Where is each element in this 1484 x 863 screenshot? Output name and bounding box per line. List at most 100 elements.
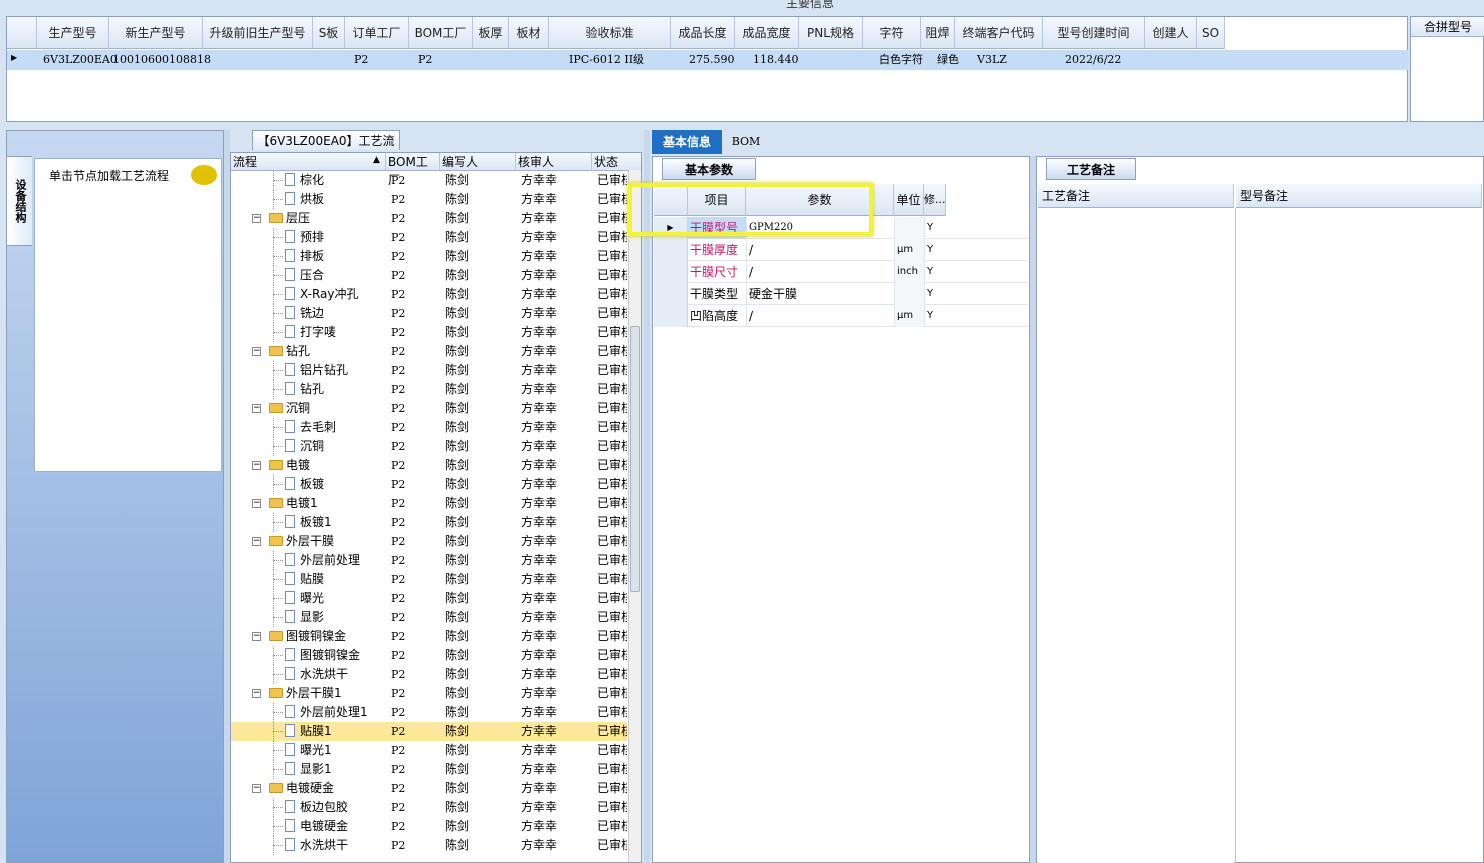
param-value[interactable]: / xyxy=(746,305,894,327)
col-header[interactable]: S板 xyxy=(313,17,345,49)
tree-node-label[interactable]: X-Ray冲孔 xyxy=(285,285,386,304)
param-item[interactable]: 干膜尺寸 xyxy=(688,261,746,283)
tree-row[interactable]: 沉铜 P2 陈剑 方幸幸 已审核 xyxy=(231,437,627,456)
cell-model[interactable]: 6V3LZ00EA0 xyxy=(41,51,117,69)
param-row[interactable]: 凹陷高度 / μm Y xyxy=(654,305,1028,327)
tab-process-remarks[interactable]: 工艺备注 xyxy=(1046,158,1136,180)
collapse-icon[interactable]: − xyxy=(252,632,261,641)
param-item[interactable]: 干膜类型 xyxy=(688,283,746,305)
cell-standard[interactable]: IPC-6012 II级 xyxy=(567,51,644,69)
splitter-mid[interactable] xyxy=(644,130,650,863)
tree-row[interactable]: 钻孔 P2 陈剑 方幸幸 已审核 xyxy=(231,380,627,399)
tree-row[interactable]: 打字唛 P2 陈剑 方幸幸 已审核 xyxy=(231,323,627,342)
col-header[interactable]: SO xyxy=(1197,17,1225,49)
param-value[interactable]: / xyxy=(746,239,894,261)
tree-node-label[interactable]: 水洗烘干 xyxy=(285,836,386,855)
tree-node-label[interactable]: 钻孔 xyxy=(285,380,386,399)
param-item[interactable]: 凹陷高度 xyxy=(688,305,746,327)
col-header[interactable]: 成品宽度 xyxy=(735,17,799,49)
param-row[interactable]: 干膜尺寸 / inch Y xyxy=(654,261,1028,283)
tree-node-label[interactable]: 电镀1 xyxy=(269,494,386,513)
tree-node-label[interactable]: 打字唛 xyxy=(285,323,386,342)
tree-row[interactable]: 铣边 P2 陈剑 方幸幸 已审核 xyxy=(231,304,627,323)
tree-row[interactable]: 贴膜1 P2 陈剑 方幸幸 已审核 xyxy=(231,722,627,741)
tree-row[interactable]: 显影 P2 陈剑 方幸幸 已审核 xyxy=(231,608,627,627)
tree-row[interactable]: 显影1 P2 陈剑 方幸幸 已审核 xyxy=(231,760,627,779)
tree-row[interactable]: 铝片钻孔 P2 陈剑 方幸幸 已审核 xyxy=(231,361,627,380)
tree-scroll-thumb[interactable] xyxy=(630,326,640,592)
collapse-icon[interactable]: − xyxy=(252,404,261,413)
tree-row[interactable]: 外层前处理1 P2 陈剑 方幸幸 已审核 xyxy=(231,703,627,722)
cell-created[interactable]: 2022/6/22 xyxy=(1063,51,1121,69)
col-bom-factory[interactable]: BOM工厂 xyxy=(386,153,440,187)
tab-basic-info[interactable]: 基本信息 xyxy=(652,130,722,154)
tree-row[interactable]: 水洗烘干 P2 陈剑 方幸幸 已审核 xyxy=(231,665,627,684)
process-remark-text[interactable] xyxy=(1038,208,1234,863)
tree-node-label[interactable]: 层压 xyxy=(269,209,386,228)
col-header[interactable]: 创建人 xyxy=(1145,17,1197,49)
cell-char[interactable]: 白色字符 xyxy=(877,51,923,69)
col-unit[interactable]: 单位 xyxy=(894,184,924,216)
col-header[interactable]: 验收标准 xyxy=(549,17,671,49)
param-value[interactable]: 硬金干膜 xyxy=(746,283,894,305)
col-checker[interactable]: 核审人 xyxy=(516,153,592,171)
col-header[interactable]: PNL规格 xyxy=(799,17,863,49)
col-header[interactable]: 板材 xyxy=(509,17,549,49)
tree-node-label[interactable]: 外层前处理1 xyxy=(285,703,386,722)
tree-row[interactable]: −图镀铜镍金 P2 陈剑 方幸幸 已审核 xyxy=(231,627,627,646)
tree-node-label[interactable]: 电镀硬金 xyxy=(285,817,386,836)
tree-node-label[interactable]: 外层干膜 xyxy=(269,532,386,551)
tree-node-label[interactable]: 板镀1 xyxy=(285,513,386,532)
tree-node-label[interactable]: 贴膜1 xyxy=(285,722,386,741)
tree-row[interactable]: −电镀硬金 P2 陈剑 方幸幸 已审核 xyxy=(231,779,627,798)
tree-row[interactable]: 板镀1 P2 陈剑 方幸幸 已审核 xyxy=(231,513,627,532)
cell-order-factory[interactable]: P2 xyxy=(352,51,368,69)
tree-row[interactable]: 去毛刺 P2 陈剑 方幸幸 已审核 xyxy=(231,418,627,437)
col-header[interactable]: 阻焊 xyxy=(921,17,955,49)
param-item[interactable]: 干膜厚度 xyxy=(688,239,746,261)
tree-node-label[interactable]: 板边包胶 xyxy=(285,798,386,817)
col-header[interactable]: 终端客户代码 xyxy=(955,17,1043,49)
tree-node-label[interactable]: 压合 xyxy=(285,266,386,285)
param-row[interactable]: 干膜厚度 / μm Y xyxy=(654,239,1028,261)
collapse-icon[interactable]: − xyxy=(252,461,261,470)
tree-row[interactable]: 贴膜 P2 陈剑 方幸幸 已审核 xyxy=(231,570,627,589)
tree-node-label[interactable]: 外层干膜1 xyxy=(269,684,386,703)
tree-row[interactable]: 板边包胶 P2 陈剑 方幸幸 已审核 xyxy=(231,798,627,817)
main-info-grid[interactable]: 生产型号 新生产型号 升级前旧生产型号 S板 订单工厂 BOM工厂 板厚 板材 验收标准 成品长度… xyxy=(6,16,1409,122)
tree-row[interactable]: −层压 P2 陈剑 方幸幸 已审核 xyxy=(231,209,627,228)
tree-node-label[interactable]: 预排 xyxy=(285,228,386,247)
col-flow[interactable]: 流程 xyxy=(231,153,386,171)
col-model-remark[interactable]: 型号备注 xyxy=(1236,184,1482,208)
tree-row[interactable]: 排板 P2 陈剑 方幸幸 已审核 xyxy=(231,247,627,266)
tree-row[interactable]: 压合 P2 陈剑 方幸幸 已审核 xyxy=(231,266,627,285)
tree-row[interactable]: −外层干膜 P2 陈剑 方幸幸 已审核 xyxy=(231,532,627,551)
tree-node-label[interactable]: 钻孔 xyxy=(269,342,386,361)
tree-row[interactable]: 水洗烘干 P2 陈剑 方幸幸 已审核 xyxy=(231,836,627,855)
tree-node-label[interactable]: 贴膜 xyxy=(285,570,386,589)
col-header[interactable]: 字符 xyxy=(863,17,921,49)
tree-row[interactable]: −钻孔 P2 陈剑 方幸幸 已审核 xyxy=(231,342,627,361)
tree-node-label[interactable]: 电镀 xyxy=(269,456,386,475)
tree-node-label[interactable]: 图镀铜镍金 xyxy=(269,627,386,646)
tree-node-label[interactable]: 图镀铜镍金 xyxy=(285,646,386,665)
col-writer[interactable]: 编写人 xyxy=(440,153,516,171)
col-status[interactable]: 状态 xyxy=(592,153,641,171)
tree-row[interactable]: −外层干膜1 P2 陈剑 方幸幸 已审核 xyxy=(231,684,627,703)
tab-equipment-structure[interactable]: 设备结构 xyxy=(6,156,32,246)
col-header[interactable]: BOM工厂 xyxy=(409,17,473,49)
cell-bom-factory[interactable]: P2 xyxy=(416,51,432,69)
tree-node-label[interactable]: 铣边 xyxy=(285,304,386,323)
tree-node-label[interactable]: 水洗烘干 xyxy=(285,665,386,684)
collapse-icon[interactable]: − xyxy=(252,214,261,223)
tree-row[interactable]: 电镀硬金 P2 陈剑 方幸幸 已审核 xyxy=(231,817,627,836)
collapse-icon[interactable]: − xyxy=(252,347,261,356)
cell-new-model[interactable]: 10010600108818 xyxy=(111,51,211,69)
col-header[interactable]: 型号创建时间 xyxy=(1043,17,1145,49)
collapse-icon[interactable]: − xyxy=(252,537,261,546)
tree-node-label[interactable]: 排板 xyxy=(285,247,386,266)
tree-row[interactable]: 板镀 P2 陈剑 方幸幸 已审核 xyxy=(231,475,627,494)
col-header[interactable]: 订单工厂 xyxy=(345,17,409,49)
tab-basic-params[interactable]: 基本参数 xyxy=(662,158,756,180)
tree-node-label[interactable]: 铝片钻孔 xyxy=(285,361,386,380)
